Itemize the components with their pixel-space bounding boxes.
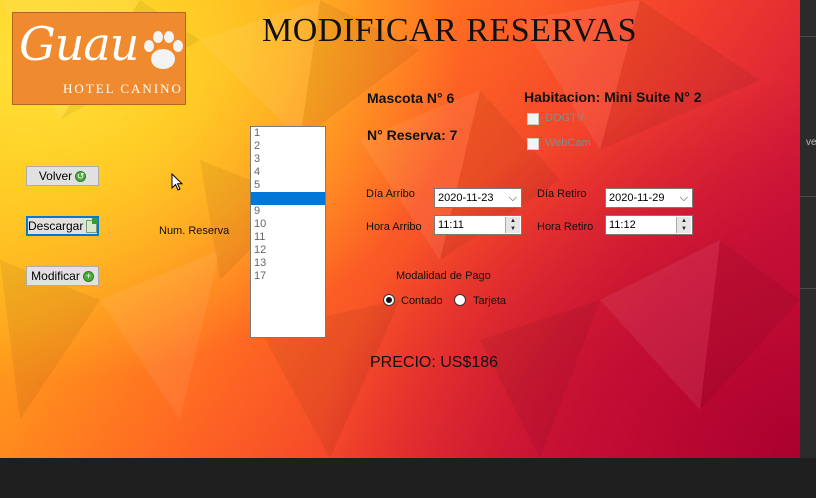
webcam-checkbox[interactable] xyxy=(527,138,539,150)
num-reserva-label: Num. Reserva xyxy=(159,225,230,237)
volver-button-label: Volver xyxy=(38,169,73,183)
tarjeta-radio[interactable] xyxy=(454,294,466,306)
descargar-button[interactable]: Descargar xyxy=(26,216,99,236)
chevron-down-icon: ⌵ xyxy=(679,192,688,204)
list-item[interactable]: 2 xyxy=(251,140,325,153)
hora-retiro-label: Hora Retiro xyxy=(537,221,594,233)
taskbar-strip xyxy=(0,458,816,498)
dogtv-label: DOGTV xyxy=(545,112,585,124)
divider xyxy=(800,196,816,197)
hora-retiro-value: 11:12 xyxy=(609,219,636,231)
list-item[interactable]: 13 xyxy=(251,257,325,270)
hora-retiro-picker[interactable]: 11:12 ▲ ▼ xyxy=(605,215,693,235)
paw-icon xyxy=(144,31,183,69)
dia-arribo-value: 2020-11-23 xyxy=(438,192,494,204)
dia-retiro-picker[interactable]: 2020-11-29 ⌵ xyxy=(605,188,693,208)
reservas-listbox[interactable]: 1 2 3 4 5 7 9 10 11 12 13 17 xyxy=(250,126,326,338)
modificar-button[interactable]: Modificar + xyxy=(26,266,99,286)
habitacion-label: Habitacion: Mini Suite N° 2 xyxy=(524,89,702,105)
chevron-down-icon: ⌵ xyxy=(508,192,517,204)
page-title: MODIFICAR RESERVAS xyxy=(262,12,638,49)
divider xyxy=(800,288,816,289)
list-item[interactable]: 4 xyxy=(251,166,325,179)
back-icon: ↺ xyxy=(75,170,87,182)
spin-down-icon[interactable]: ▼ xyxy=(677,225,691,233)
hora-arribo-label: Hora Arribo xyxy=(366,221,422,233)
hora-arribo-value: 11:11 xyxy=(438,219,464,231)
list-item[interactable]: 12 xyxy=(251,244,325,257)
volver-button[interactable]: Volver ↺ xyxy=(26,166,99,186)
background-window-text: ve xyxy=(806,137,816,148)
reservation-form-window: Guau HOTEL CANINO MODIFICAR RESERVAS Vol… xyxy=(0,0,800,458)
modificar-button-label: Modificar xyxy=(31,269,80,283)
list-item[interactable]: 5 xyxy=(251,179,325,192)
list-item[interactable]: 3 xyxy=(251,153,325,166)
list-item[interactable]: 9 xyxy=(251,205,325,218)
reserva-number-label: N° Reserva: 7 xyxy=(367,127,458,143)
list-item[interactable]: 10 xyxy=(251,218,325,231)
spin-up-icon[interactable]: ▲ xyxy=(677,217,691,225)
list-item[interactable]: 11 xyxy=(251,231,325,244)
hora-retiro-spinner[interactable]: ▲ ▼ xyxy=(676,217,691,233)
modalidad-pago-label: Modalidad de Pago xyxy=(396,270,491,282)
dia-arribo-picker[interactable]: 2020-11-23 ⌵ xyxy=(434,188,522,208)
divider xyxy=(800,36,816,37)
dogtv-checkbox[interactable] xyxy=(527,113,539,125)
contado-label: Contado xyxy=(401,295,443,307)
list-item[interactable]: 1 xyxy=(251,127,325,140)
mascota-label: Mascota N° 6 xyxy=(367,90,455,106)
add-icon: + xyxy=(82,270,94,282)
logo-brand-text: Guau xyxy=(19,17,139,71)
dia-arribo-label: Día Arribo xyxy=(366,188,415,200)
logo-subtitle: HOTEL CANINO xyxy=(63,81,183,96)
list-item[interactable]: 17 xyxy=(251,270,325,283)
dia-retiro-value: 2020-11-29 xyxy=(609,192,665,204)
background-window-edge xyxy=(800,0,816,458)
dia-retiro-label: Día Retiro xyxy=(537,188,587,200)
download-icon xyxy=(86,217,98,233)
list-item[interactable]: 7 xyxy=(251,192,325,205)
hora-arribo-spinner[interactable]: ▲ ▼ xyxy=(505,217,520,233)
hora-arribo-picker[interactable]: 11:11 ▲ ▼ xyxy=(434,215,522,235)
spin-down-icon[interactable]: ▼ xyxy=(506,225,520,233)
mouse-cursor-icon xyxy=(171,173,184,191)
hotel-logo: Guau HOTEL CANINO xyxy=(12,12,186,105)
precio-label: PRECIO: US$186 xyxy=(370,354,499,371)
spin-up-icon[interactable]: ▲ xyxy=(506,217,520,225)
webcam-label: WebCam xyxy=(545,137,591,149)
descargar-button-label: Descargar xyxy=(28,219,84,233)
tarjeta-label: Tarjeta xyxy=(473,295,507,307)
contado-radio[interactable] xyxy=(383,294,395,306)
